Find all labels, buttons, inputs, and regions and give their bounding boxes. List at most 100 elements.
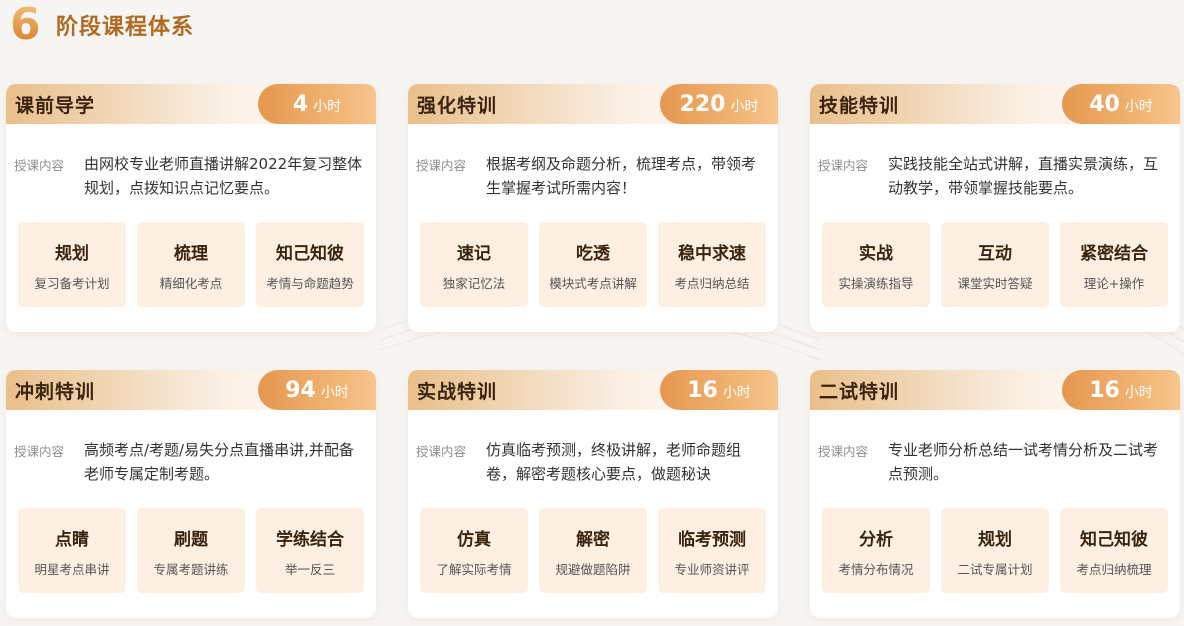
card-title: 技能特训 [819,95,900,117]
feature-subtitle: 举一反三 [284,562,335,577]
description-text: 根据考纲及命题分析，梳理考点，带领考生掌握考试所需内容！ [486,155,757,197]
feature-box: 速记 独家记忆法 [420,222,528,307]
feature-box: 知己知彼 考点归纳梳理 [1060,508,1168,593]
feature-subtitle: 专属考题讲练 [153,562,229,577]
feature-title: 刷题 [174,530,208,550]
feature-boxes: 点睛 明星考点串讲 刷题 专属考题讲练 学练结合 举一反三 [18,508,364,593]
feature-box: 梳理 精细化考点 [137,222,245,307]
feature-title: 知己知彼 [276,244,344,264]
feature-box: 实战 实操演练指导 [822,222,930,307]
hours-number: 16 [687,377,718,403]
feature-box: 规划 二试专属计划 [941,508,1049,593]
feature-box: 稳中求速 考点归纳总结 [658,222,766,307]
section-number: 6 [10,3,50,47]
feature-box: 规划 复习备考计划 [18,222,126,307]
section-title: 阶段课程体系 [56,15,195,40]
course-card[interactable]: 二试特训 16 小时 授课内容 专业老师分析总结一试考情分析及二试考点预测。 分… [810,370,1180,618]
feature-subtitle: 考情与命题趋势 [266,276,354,291]
feature-subtitle: 复习备考计划 [34,276,110,291]
feature-boxes: 分析 考情分布情况 规划 二试专属计划 知己知彼 考点归纳梳理 [822,508,1168,593]
description-label: 授课内容 [818,444,869,459]
card-title: 二试特训 [819,381,900,403]
course-card[interactable]: 冲刺特训 94 小时 授课内容 高频考点/考题/易失分点直播串讲,并配备老师专属… [6,370,376,618]
feature-box: 临考预测 专业师资讲评 [658,508,766,593]
description-text: 由网校专业老师直播讲解2022年复习整体规划，点拨知识点记忆要点。 [84,155,363,197]
hours-unit: 小时 [1124,99,1153,115]
feature-title: 互动 [978,244,1012,264]
feature-title: 解密 [576,530,610,550]
feature-box: 学练结合 举一反三 [256,508,364,593]
feature-subtitle: 了解实际考情 [436,562,512,577]
hours-unit: 小时 [313,99,342,115]
feature-title: 实战 [859,244,893,264]
card-description: 授课内容 实践技能全站式讲解，直播实景演练，互动教学，带领掌握技能要点。 [818,152,1170,200]
feature-subtitle: 明星考点串讲 [34,562,110,577]
feature-title: 紧密结合 [1080,244,1148,264]
feature-title: 稳中求速 [678,244,746,264]
feature-box: 互动 课堂实时答疑 [941,222,1049,307]
feature-boxes: 实战 实操演练指导 互动 课堂实时答疑 紧密结合 理论+操作 [822,222,1168,307]
feature-boxes: 规划 复习备考计划 梳理 精细化考点 知己知彼 考情与命题趋势 [18,222,364,307]
feature-box: 解密 规避做题陷阱 [539,508,647,593]
card-description: 授课内容 专业老师分析总结一试考情分析及二试考点预测。 [818,438,1170,486]
feature-title: 学练结合 [276,530,344,550]
feature-subtitle: 理论+操作 [1083,276,1145,291]
feature-box: 知己知彼 考情与命题趋势 [256,222,364,307]
hours-badge: 16 小时 [660,370,778,410]
feature-box: 吃透 模块式考点讲解 [539,222,647,307]
feature-title: 临考预测 [678,530,746,550]
hours-badge: 94 小时 [258,370,376,410]
feature-title: 吃透 [576,244,610,264]
hours-unit: 小时 [320,385,349,401]
card-title: 课前导学 [15,95,96,117]
feature-box: 刷题 专属考题讲练 [137,508,245,593]
feature-subtitle: 实操演练指导 [838,276,914,291]
feature-subtitle: 规避做题陷阱 [555,562,631,577]
feature-subtitle: 模块式考点讲解 [549,276,637,291]
card-description: 授课内容 仿真临考预测，终极讲解，老师命题组卷，解密考题核心要点，做题秘诀 [416,438,768,486]
card-description: 授课内容 根据考纲及命题分析，梳理考点，带领考生掌握考试所需内容！ [416,152,768,200]
card-description: 授课内容 由网校专业老师直播讲解2022年复习整体规划，点拨知识点记忆要点。 [14,152,366,200]
feature-title: 速记 [457,244,491,264]
course-card[interactable]: 实战特训 16 小时 授课内容 仿真临考预测，终极讲解，老师命题组卷，解密考题核… [408,370,778,618]
card-title: 冲刺特训 [15,381,96,403]
description-text: 专业老师分析总结一试考情分析及二试考点预测。 [888,441,1159,483]
feature-subtitle: 考点归纳总结 [674,276,750,291]
feature-title: 知己知彼 [1080,530,1148,550]
description-text: 仿真临考预测，终极讲解，老师命题组卷，解密考题核心要点，做题秘诀 [486,441,742,483]
hours-number: 4 [292,91,309,117]
description-label: 授课内容 [818,158,869,173]
description-label: 授课内容 [416,158,467,173]
feature-subtitle: 独家记忆法 [442,276,506,291]
description-label: 授课内容 [416,444,467,459]
course-card[interactable]: 技能特训 40 小时 授课内容 实践技能全站式讲解，直播实景演练，互动教学，带领… [810,84,1180,332]
feature-box: 紧密结合 理论+操作 [1060,222,1168,307]
feature-title: 规划 [55,244,89,264]
description-label: 授课内容 [14,158,65,173]
hours-badge: 16 小时 [1062,370,1180,410]
feature-title: 分析 [859,530,893,550]
course-card[interactable]: 课前导学 4 小时 授课内容 由网校专业老师直播讲解2022年复习整体规划，点拨… [6,84,376,332]
section-heading: 6 阶段课程体系 [10,0,194,50]
hours-unit: 小时 [722,385,751,401]
feature-title: 梳理 [174,244,208,264]
feature-box: 点睛 明星考点串讲 [18,508,126,593]
card-title: 强化特训 [417,95,498,117]
description-text: 高频考点/考题/易失分点直播串讲,并配备老师专属定制考题。 [84,441,354,483]
card-description: 授课内容 高频考点/考题/易失分点直播串讲,并配备老师专属定制考题。 [14,438,366,486]
feature-subtitle: 考点归纳梳理 [1076,562,1152,577]
feature-title: 仿真 [457,530,491,550]
feature-boxes: 仿真 了解实际考情 解密 规避做题陷阱 临考预测 专业师资讲评 [420,508,766,593]
course-card[interactable]: 强化特训 220 小时 授课内容 根据考纲及命题分析，梳理考点，带领考生掌握考试… [408,84,778,332]
hours-number: 16 [1089,377,1120,403]
hours-number: 220 [679,91,726,117]
hours-number: 94 [285,377,316,403]
hours-unit: 小时 [1124,385,1153,401]
feature-subtitle: 课堂实时答疑 [957,276,1033,291]
card-title: 实战特训 [417,381,498,403]
feature-subtitle: 二试专属计划 [957,562,1033,577]
feature-title: 规划 [978,530,1012,550]
feature-boxes: 速记 独家记忆法 吃透 模块式考点讲解 稳中求速 考点归纳总结 [420,222,766,307]
hours-badge: 4 小时 [258,84,376,124]
feature-box: 仿真 了解实际考情 [420,508,528,593]
